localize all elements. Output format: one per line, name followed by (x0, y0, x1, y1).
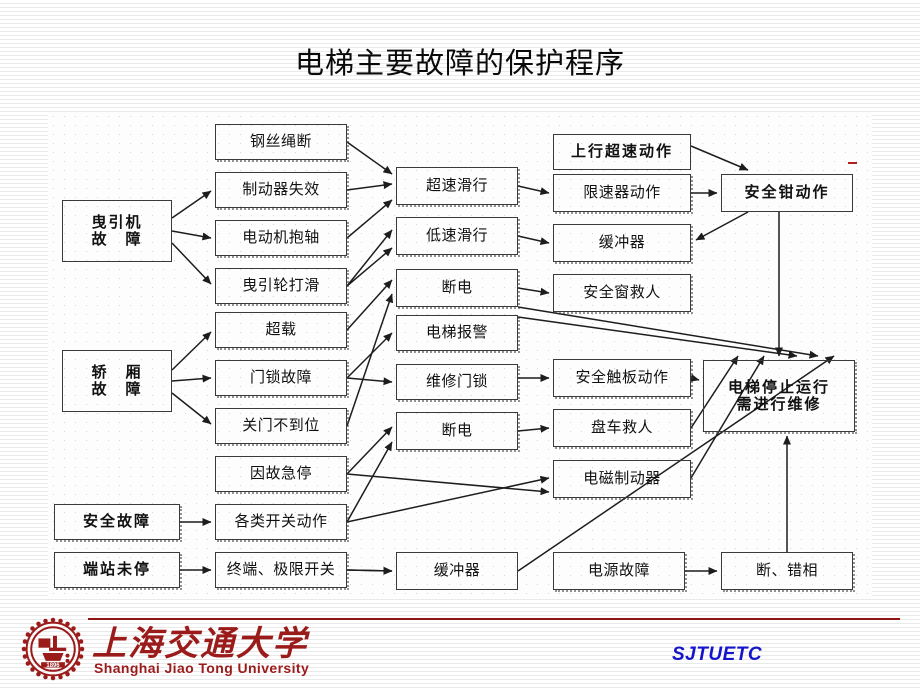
node-label: 因故急停 (249, 464, 312, 483)
flowchart-node-n_mensuo: 门锁故障 (215, 360, 349, 398)
node-label: 曳引机 (91, 212, 143, 231)
node-label: 维修门锁 (425, 372, 488, 391)
node-label: 门锁故障 (249, 368, 312, 387)
node-label: 断电 (441, 421, 473, 440)
node-label: 轿 厢 (91, 362, 143, 381)
node-label: 超载 (265, 320, 297, 339)
node-label: 电磁制动器 (583, 469, 661, 488)
flowchart-node-n_chaosu: 超速滑行 (396, 167, 520, 207)
flowchart-node-n_dzwt: 端站未停 (54, 552, 182, 590)
node-label: 各类开关动作 (234, 512, 328, 531)
flowchart-node-n_baojing: 电梯报警 (396, 315, 520, 353)
flowchart-node-n_guanmen: 关门不到位 (215, 408, 349, 446)
flowchart-node-n_baozhou: 电动机抱轴 (215, 220, 349, 258)
node-label: 安全窗救人 (583, 283, 661, 302)
node-label: 电梯停止运行 (727, 377, 830, 396)
node-label: 安全故障 (82, 512, 151, 531)
university-name-cn: 上海交通大学 (92, 624, 308, 664)
node-label: 安全触板动作 (575, 368, 669, 387)
slide-footer: 1896 上海交通大学 Shanghai Jiao Tong Universit… (0, 600, 920, 690)
node-label: 钢丝绳断 (249, 132, 312, 151)
node-label: 限速器动作 (583, 183, 661, 202)
node-label: 安全钳动作 (744, 183, 830, 202)
decorative-red-tick (848, 162, 857, 164)
node-label: 上行超速动作 (570, 142, 673, 161)
flowchart-node-n_gangsi: 钢丝绳断 (215, 124, 349, 162)
node-label: 故 障 (91, 230, 143, 248)
sjtu-crest-icon: 1896 (21, 617, 85, 681)
node-label: 终端、极限开关 (226, 560, 336, 579)
node-label: 关门不到位 (242, 416, 320, 435)
flowchart-canvas: 曳引机故 障钢丝绳断 制动器失效 电动机抱轴 曳引轮打滑轿 厢故 障超载 门锁故障 关门不… (48, 112, 872, 598)
flowchart-nodes: 曳引机故 障钢丝绳断 制动器失效 电动机抱轴 曳引轮打滑轿 厢故 障超载 门锁故障 关门不… (48, 112, 872, 598)
flowchart-node-n_duandian2: 断电 (396, 412, 520, 452)
flowchart-node-n_huanchong2: 缓冲器 (396, 552, 518, 590)
node-label: 电梯报警 (425, 323, 488, 342)
university-logo: 1896 上海交通大学 Shanghai Jiao Tong Universit… (14, 614, 344, 686)
flowchart-node-n_jiting: 因故急停 (215, 456, 349, 494)
flowchart-node-n_zdjx: 终端、极限开关 (215, 552, 349, 590)
node-label: 断、错相 (755, 561, 818, 580)
node-label: 盘车救人 (590, 418, 653, 437)
node-label: 端站未停 (82, 560, 151, 579)
flowchart-node-n_xiansu: 限速器动作 (553, 174, 693, 214)
node-label: 低速滑行 (425, 226, 488, 245)
node-label: 断电 (441, 278, 473, 297)
flowchart-node-n_zhidong: 制动器失效 (215, 172, 349, 210)
flowchart-node-n_aqgz: 安全故障 (54, 504, 182, 542)
flowchart-node-n_aqqian: 安全钳动作 (721, 174, 853, 212)
flowchart-node-n_stop: 电梯停止运行 需进行维修 (703, 360, 857, 434)
node-label: 缓冲器 (433, 561, 481, 580)
node-label: 制动器失效 (242, 180, 320, 199)
node-label: 需进行维修 (736, 395, 822, 413)
flowchart-node-n_duandian1: 断电 (396, 269, 520, 309)
node-label: 电源故障 (587, 561, 650, 580)
flowchart-node-n_kaiguan: 各类开关动作 (215, 504, 349, 542)
flowchart-node-n_dahua: 曳引轮打滑 (215, 268, 349, 306)
unit-code-label: SJTUETC (672, 644, 763, 665)
node-label: 故 障 (91, 380, 143, 398)
flowchart-node-n_weixiu: 维修门锁 (396, 364, 520, 402)
page-title: 电梯主要故障的保护程序 (294, 46, 625, 80)
flowchart-node-n_panche: 盘车救人 (553, 409, 693, 449)
flowchart-node-n_disu: 低速滑行 (396, 217, 520, 257)
flowchart-node-n_aqchuang: 安全窗救人 (553, 274, 693, 314)
flowchart-node-n_ducuo: 断、错相 (721, 552, 855, 592)
university-name-en: Shanghai Jiao Tong University (94, 660, 310, 676)
flowchart-node-n_chuban: 安全触板动作 (553, 359, 693, 399)
node-label: 缓冲器 (598, 233, 646, 252)
node-label: 电动机抱轴 (242, 228, 320, 247)
crest-year: 1896 (46, 663, 60, 669)
node-label: 曳引轮打滑 (242, 276, 320, 295)
flowchart-node-n_dygz: 电源故障 (553, 552, 687, 592)
flowchart-node-n_jx: 轿 厢故 障 (62, 350, 172, 412)
flowchart-node-n_dianci: 电磁制动器 (553, 460, 693, 500)
flowchart-node-n_yqj: 曳引机故 障 (62, 200, 172, 262)
flowchart-node-n_chaozai: 超载 (215, 312, 349, 350)
flowchart-node-n_shangxing: 上行超速动作 (553, 134, 691, 170)
node-label: 超速滑行 (425, 176, 488, 195)
flowchart-node-n_huanchong: 缓冲器 (553, 224, 693, 264)
